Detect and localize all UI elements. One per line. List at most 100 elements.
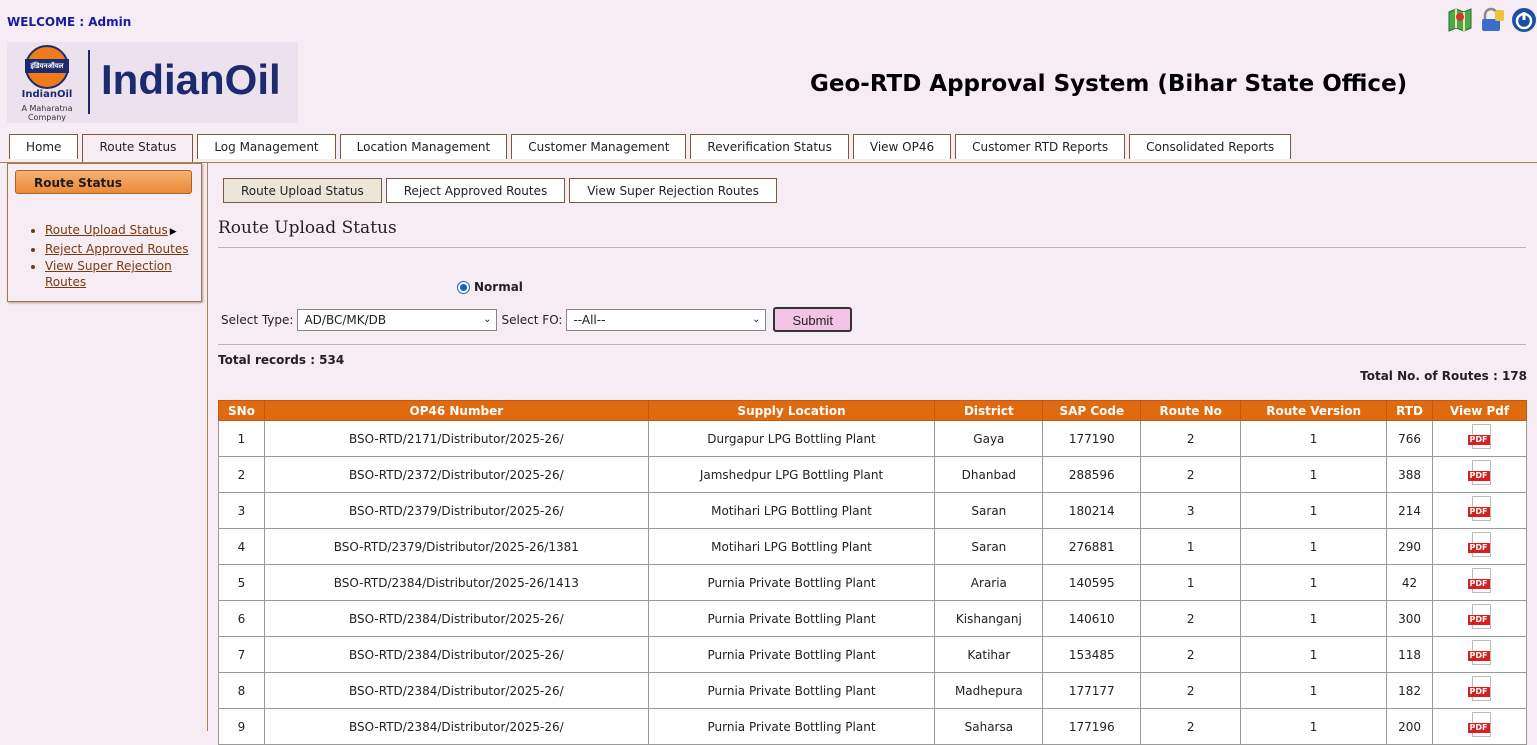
sidebar-heading: Route Status xyxy=(15,170,192,194)
sub-nav: Route Upload Status Reject Approved Rout… xyxy=(223,178,781,203)
cell-sno: 1 xyxy=(218,420,265,457)
pdf-icon[interactable]: PDF xyxy=(1467,495,1493,523)
sidebar: Route Status Route Upload Status▶ Reject… xyxy=(7,163,202,302)
header-sap-code: SAP Code xyxy=(1042,400,1142,421)
select-fo-dropdown[interactable]: --All-- ⌄ xyxy=(566,308,767,331)
tab-location-management[interactable]: Location Management xyxy=(339,134,508,159)
cell-op46-number: BSO-RTD/2379/Distributor/2025-26/1381 xyxy=(263,528,649,565)
select-type-dropdown[interactable]: AD/BC/MK/DB ⌄ xyxy=(297,308,498,331)
tab-route-status[interactable]: Route Status xyxy=(82,134,194,163)
table-row: 2 BSO-RTD/2372/Distributor/2025-26/Jamshe… xyxy=(218,456,1527,493)
cell-supply-location: Motihari LPG Bottling Plant xyxy=(647,528,936,565)
sidebar-item-view-super-rejection-routes: View Super Rejection Routes xyxy=(45,258,200,290)
cell-supply-location: Purnia Private Bottling Plant xyxy=(647,564,936,601)
cell-op46-number: BSO-RTD/2384/Distributor/2025-26/ xyxy=(263,600,649,637)
cell-view-pdf: PDF xyxy=(1432,672,1527,709)
cell-view-pdf: PDF xyxy=(1432,492,1527,529)
lock-icon[interactable] xyxy=(1479,7,1505,33)
sidebar-link-route-upload-status[interactable]: Route Upload Status xyxy=(45,223,168,237)
subtab-view-super-rejection-routes[interactable]: View Super Rejection Routes xyxy=(569,178,777,203)
tab-customer-management[interactable]: Customer Management xyxy=(511,134,687,159)
power-icon[interactable] xyxy=(1511,7,1537,33)
welcome-label: WELCOME : xyxy=(7,15,85,29)
tab-consolidated-reports[interactable]: Consolidated Reports xyxy=(1129,134,1292,159)
submit-button[interactable]: Submit xyxy=(773,307,852,332)
cell-route-no: 1 xyxy=(1140,564,1242,601)
cell-sap-code: 177196 xyxy=(1042,708,1142,745)
cell-sno: 5 xyxy=(218,564,265,601)
cell-sap-code: 177177 xyxy=(1042,672,1142,709)
pdf-icon[interactable]: PDF xyxy=(1467,531,1493,559)
pdf-tag: PDF xyxy=(1467,650,1490,661)
header-supply-location: Supply Location xyxy=(647,400,936,421)
cell-rtd: 766 xyxy=(1386,420,1434,457)
total-records: Total records : 534 xyxy=(218,353,345,367)
tab-customer-rtd-reports[interactable]: Customer RTD Reports xyxy=(955,134,1126,159)
cell-view-pdf: PDF xyxy=(1432,636,1527,673)
sidebar-link-view-super-rejection-routes[interactable]: View Super Rejection Routes xyxy=(45,259,172,289)
filter-divider xyxy=(218,344,1526,345)
cell-rtd: 300 xyxy=(1386,600,1434,637)
cell-rtd: 118 xyxy=(1386,636,1434,673)
tab-home[interactable]: Home xyxy=(9,134,79,159)
cell-route-no: 2 xyxy=(1140,708,1242,745)
cell-sno: 4 xyxy=(218,528,265,565)
cell-supply-location: Jamshedpur LPG Bottling Plant xyxy=(647,456,936,493)
pdf-tag: PDF xyxy=(1467,434,1490,445)
total-routes: Total No. of Routes : 178 xyxy=(1360,369,1527,383)
cell-rtd: 42 xyxy=(1386,564,1434,601)
cell-district: Dhanbad xyxy=(934,456,1044,493)
tab-log-management[interactable]: Log Management xyxy=(197,134,336,159)
table-row: 9 BSO-RTD/2384/Distributor/2025-26/Purnia… xyxy=(218,708,1527,745)
cell-rtd: 290 xyxy=(1386,528,1434,565)
pdf-icon[interactable]: PDF xyxy=(1467,567,1493,595)
map-icon[interactable] xyxy=(1447,7,1473,33)
pdf-tag: PDF xyxy=(1467,470,1490,481)
subtab-reject-approved-routes[interactable]: Reject Approved Routes xyxy=(385,178,566,203)
tab-reverification-status[interactable]: Reverification Status xyxy=(690,134,849,159)
pdf-icon[interactable]: PDF xyxy=(1467,711,1493,739)
pdf-tag: PDF xyxy=(1467,578,1490,589)
cell-supply-location: Motihari LPG Bottling Plant xyxy=(647,492,936,529)
header-rtd: RTD xyxy=(1386,400,1434,421)
pdf-icon[interactable]: PDF xyxy=(1467,639,1493,667)
cell-route-no: 2 xyxy=(1140,420,1242,457)
header-route-version: Route Version xyxy=(1240,400,1388,421)
cell-district: Saharsa xyxy=(934,708,1044,745)
cell-supply-location: Durgapur LPG Bottling Plant xyxy=(647,420,936,457)
system-title: Geo-RTD Approval System (Bihar State Off… xyxy=(810,71,1408,97)
cell-rtd: 388 xyxy=(1386,456,1434,493)
tab-view-op46[interactable]: View OP46 xyxy=(852,134,952,159)
cell-district: Saran xyxy=(934,528,1044,565)
cell-route-version: 1 xyxy=(1240,420,1388,457)
user-name: Admin xyxy=(88,15,132,29)
cell-sap-code: 276881 xyxy=(1042,528,1142,565)
pdf-icon[interactable]: PDF xyxy=(1467,603,1493,631)
pdf-icon[interactable]: PDF xyxy=(1467,423,1493,451)
cell-sap-code: 140610 xyxy=(1042,600,1142,637)
cell-view-pdf: PDF xyxy=(1432,456,1527,493)
cell-view-pdf: PDF xyxy=(1432,528,1527,565)
pdf-tag: PDF xyxy=(1467,542,1490,553)
radio-normal[interactable] xyxy=(457,280,470,294)
cell-district: Katihar xyxy=(934,636,1044,673)
logo-emblem: इंडियनऑयल xyxy=(25,45,69,89)
cell-sap-code: 288596 xyxy=(1042,456,1142,493)
sidebar-list: Route Upload Status▶ Reject Approved Rou… xyxy=(23,222,200,291)
logo-tagline: A Maharatna Company xyxy=(21,104,73,122)
pdf-tag: PDF xyxy=(1467,686,1490,697)
sidebar-link-reject-approved-routes[interactable]: Reject Approved Routes xyxy=(45,242,188,256)
pdf-icon[interactable]: PDF xyxy=(1467,675,1493,703)
pdf-icon[interactable]: PDF xyxy=(1467,459,1493,487)
subtab-route-upload-status[interactable]: Route Upload Status xyxy=(223,178,382,203)
chevron-down-icon: ⌄ xyxy=(483,313,492,325)
cell-route-no: 2 xyxy=(1140,636,1242,673)
cell-district: Gaya xyxy=(934,420,1044,457)
cell-route-no: 1 xyxy=(1140,528,1242,565)
cell-sno: 7 xyxy=(218,636,265,673)
cell-district: Kishanganj xyxy=(934,600,1044,637)
cell-op46-number: BSO-RTD/2384/Distributor/2025-26/ xyxy=(263,708,649,745)
nav-divider xyxy=(0,162,1537,163)
cell-supply-location: Purnia Private Bottling Plant xyxy=(647,636,936,673)
routes-table: SNo OP46 Number Supply Location District… xyxy=(218,400,1527,745)
